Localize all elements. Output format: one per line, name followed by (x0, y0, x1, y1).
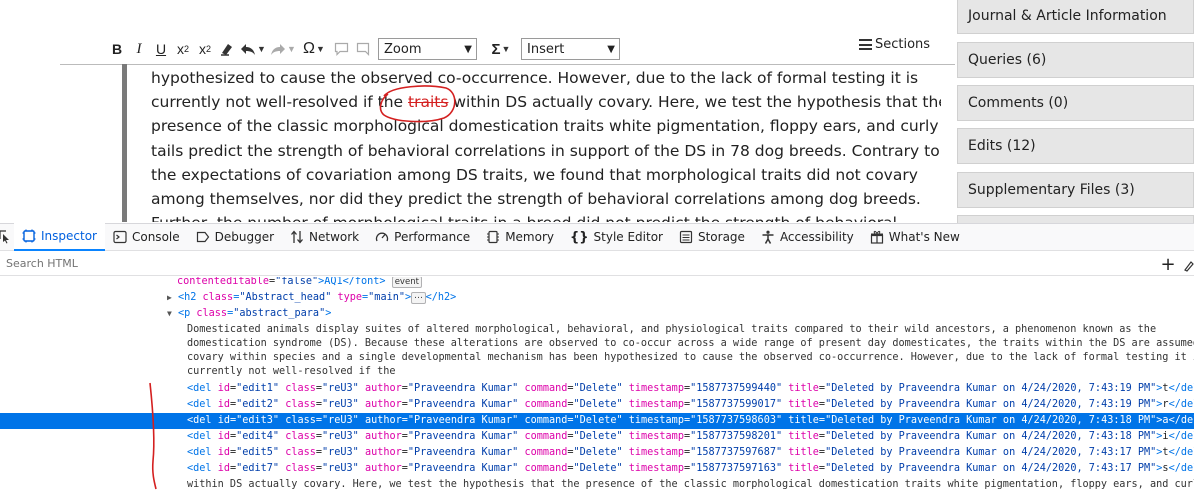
clear-format-icon[interactable] (216, 37, 238, 61)
search-html-input[interactable] (6, 257, 906, 270)
omega-icon: Ω (303, 40, 316, 57)
markup-text: currently not well-resolved if the (187, 366, 396, 377)
markup-view[interactable]: contenteditable="false">AQ1</font> event… (0, 277, 1194, 490)
style-editor-icon: {} (570, 229, 589, 245)
chevron-down-icon: ▼ (607, 43, 615, 55)
comment-icon (334, 42, 348, 56)
tab-debugger[interactable]: Debugger (188, 223, 282, 251)
plus-icon: + (1160, 253, 1176, 275)
redo-icon (271, 44, 286, 55)
inspector-icon (22, 229, 36, 243)
italic-button[interactable]: I (128, 37, 150, 61)
document-line: tails predict the strength of behavioral… (151, 141, 940, 160)
markup-del-row[interactable]: <del id="edit4" class="reU3" author="Pra… (0, 429, 1194, 445)
undo-button[interactable]: ▼ (238, 37, 268, 61)
document-line: Further, the number of morphological tra… (151, 211, 941, 222)
collapse-arrow-icon[interactable]: ▼ (167, 309, 172, 318)
chevron-down-icon: ▼ (464, 43, 472, 55)
tab-inspector[interactable]: Inspector (14, 223, 105, 251)
element-picker-button[interactable] (0, 223, 14, 251)
undo-icon (241, 44, 256, 55)
editor-toolbar: B I U x2 x2 ▼ ▼ Ω ▼ Zoom ▼ Σ ▼ Insert ▼ (106, 36, 620, 62)
query-icon (356, 42, 369, 56)
tab-memory[interactable]: Memory (478, 223, 562, 251)
tab-whats-new[interactable]: What's New (862, 223, 968, 251)
collapsed-content-badge[interactable]: ⋯ (411, 292, 426, 304)
document-line: the expectations of covariation among DS… (151, 165, 918, 184)
storage-icon (679, 230, 693, 244)
side-item-edits[interactable]: Edits (12) (957, 128, 1194, 164)
markup-del-row[interactable]: <del id="edit2" class="reU3" author="Pra… (0, 397, 1194, 413)
markup-text: within DS actually covary. Here, we test… (187, 479, 1194, 490)
insert-select[interactable]: Insert ▼ (521, 38, 620, 60)
devtools-tabbar: Inspector Console Debugger Network Perfo… (0, 223, 1194, 251)
annotation-line (149, 382, 157, 490)
console-icon (113, 230, 127, 244)
markup-del-row[interactable]: <del id="edit5" class="reU3" author="Pra… (0, 445, 1194, 461)
side-item-queries[interactable]: Queries (6) (957, 42, 1194, 78)
comment-button[interactable] (330, 37, 352, 61)
tab-style-editor[interactable]: {} Style Editor (562, 223, 671, 251)
sections-button[interactable]: Sections (859, 37, 930, 52)
document-left-border (122, 64, 127, 222)
html-search-bar: + (0, 252, 1194, 276)
memory-icon (487, 230, 500, 244)
tab-performance[interactable]: Performance (367, 223, 478, 251)
event-badge[interactable]: event (391, 277, 422, 288)
expand-arrow-icon[interactable]: ▶ (167, 293, 172, 302)
special-characters-button[interactable]: Ω ▼ (298, 37, 330, 61)
document-line: presence of the classic morphological do… (151, 117, 939, 136)
markup-del-row[interactable]: <del id="edit7" class="reU3" author="Pra… (0, 461, 1194, 477)
markup-del-row[interactable]: <del id="edit1" class="reU3" author="Pra… (0, 381, 1194, 397)
performance-icon (376, 232, 389, 242)
annotation-circle (379, 85, 456, 123)
markup-line[interactable]: contenteditable="false">AQ1</font> event (0, 277, 1194, 290)
document-body[interactable]: hypothesized to cause the observed co-oc… (151, 66, 941, 222)
subscript-button[interactable]: x2 (194, 37, 216, 61)
element-picker-icon (0, 230, 9, 244)
zoom-select[interactable]: Zoom ▼ (378, 38, 477, 60)
tab-storage[interactable]: Storage (671, 223, 753, 251)
add-node-button[interactable]: + (1158, 252, 1178, 276)
toolbar-divider (60, 64, 955, 65)
sigma-icon: Σ (491, 40, 501, 58)
accessibility-icon (762, 230, 774, 244)
debugger-icon (196, 231, 209, 243)
markup-del-row-selected[interactable]: <del id="edit3" class="reU3" author="Pra… (0, 413, 1194, 429)
side-item-supplementary-files[interactable]: Supplementary Files (3) (957, 172, 1194, 208)
list-icon (859, 39, 872, 50)
superscript-button[interactable]: x2 (172, 37, 194, 61)
network-icon (291, 230, 304, 244)
tab-accessibility[interactable]: Accessibility (753, 223, 862, 251)
tab-network[interactable]: Network (282, 223, 367, 251)
eyedropper-icon[interactable] (1183, 256, 1194, 272)
redo-button[interactable]: ▼ (268, 37, 298, 61)
query-button[interactable] (352, 37, 374, 61)
document-line: hypothesized to cause the observed co-oc… (151, 69, 919, 87)
side-item-journal-info[interactable]: Journal & Article Information (957, 0, 1194, 34)
underline-button[interactable]: U (150, 37, 172, 61)
side-item-comments[interactable]: Comments (0) (957, 85, 1194, 121)
bold-button[interactable]: B (106, 37, 128, 61)
markup-line-h2[interactable]: ▶ <h2 class="Abstract_head" type="main">… (0, 290, 1194, 306)
equation-button[interactable]: Σ ▼ (483, 37, 519, 61)
tab-console[interactable]: Console (105, 223, 188, 251)
side-panel: Journal & Article Information Queries (6… (957, 0, 1194, 225)
whats-new-icon (870, 230, 883, 244)
markup-line-p[interactable]: ▼ <p class="abstract_para"> (0, 306, 1194, 322)
document-line: among themselves, nor did they predict t… (151, 189, 921, 208)
document-line: currently not well-resolved if the trait… (151, 93, 941, 112)
